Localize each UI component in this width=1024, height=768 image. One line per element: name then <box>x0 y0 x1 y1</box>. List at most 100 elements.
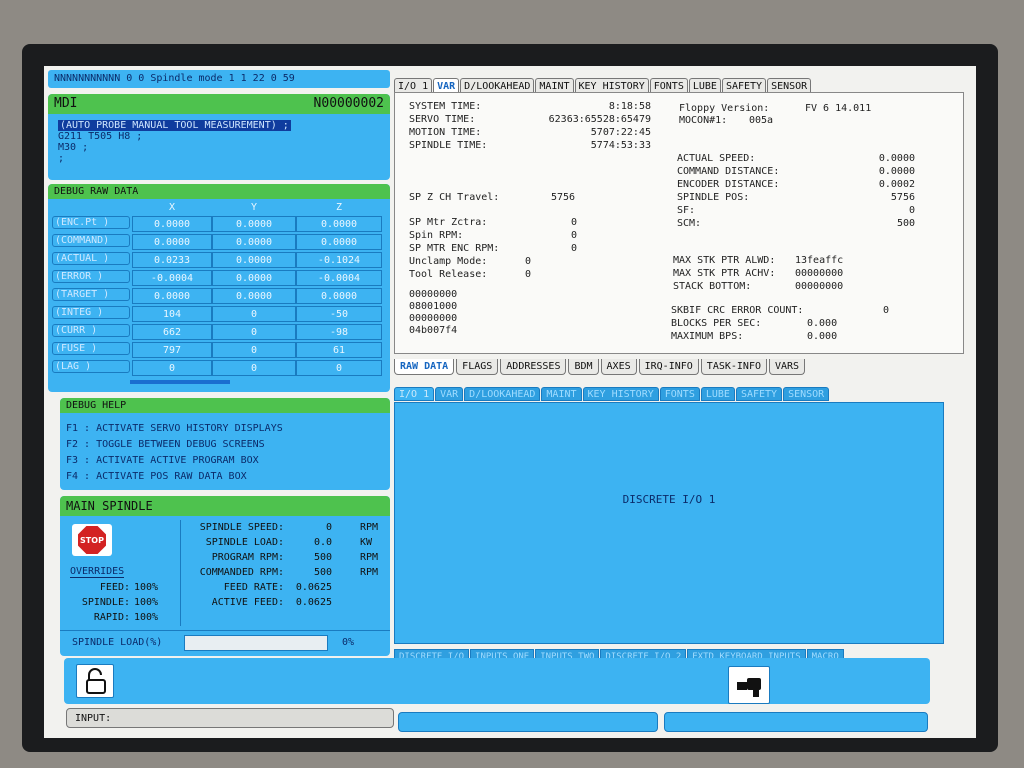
time-label: SYSTEM TIME: <box>409 101 482 112</box>
tab-bdm[interactable]: BDM <box>568 359 599 375</box>
hex-line: 08001000 <box>409 301 458 312</box>
tab-d-lookahead[interactable]: D/LOOKAHEAD <box>460 78 535 93</box>
unlock-button[interactable] <box>76 664 114 698</box>
raw-cell: 0.0000 <box>132 234 212 250</box>
tab-flags[interactable]: FLAGS <box>456 359 499 375</box>
discrete-tab[interactable]: KEY HISTORY <box>582 387 659 401</box>
stat-label: COMMAND DISTANCE: <box>677 166 780 177</box>
time-label: SERVO TIME: <box>409 114 476 125</box>
column-header-z: Z <box>335 202 343 213</box>
input-field[interactable]: INPUT: <box>66 708 394 728</box>
stat-value: 0.0000 <box>878 166 915 177</box>
crc-label: MAXIMUM BPS: <box>671 331 744 342</box>
sp-row-label: Spin RPM: <box>409 230 464 241</box>
crc-value: 0.000 <box>807 331 838 342</box>
mdi-title: MDI <box>54 96 78 111</box>
var-panel: SYSTEM TIME: 8:18:58 SERVO TIME: 62363:6552… <box>394 92 964 354</box>
spindle-stat-value: 500 <box>313 552 332 563</box>
tab-maint[interactable]: MAINT <box>535 78 574 93</box>
stat-value: 0.0002 <box>878 179 915 190</box>
sp-row-label: SP MTR ENC RPM: <box>409 243 500 254</box>
control-screen: NNNNNNNNNNN 0 0 Spindle mode 1 1 22 0 59… <box>44 66 976 738</box>
hex-line: 00000000 <box>409 313 458 324</box>
stop-button[interactable]: STOP <box>72 524 112 556</box>
raw-row-label: (FUSE ) <box>52 342 130 355</box>
tab-safety[interactable]: SAFETY <box>721 78 767 93</box>
tab-raw-data[interactable]: RAW DATA <box>394 359 455 375</box>
raw-row-label: (ENC.Pt ) <box>52 216 130 229</box>
stat-label: SF: <box>677 205 696 216</box>
stat-value: 5756 <box>890 192 915 203</box>
crc-label: BLOCKS PER SEC: <box>671 318 762 329</box>
spindle-stat-unit: RPM <box>360 567 379 578</box>
raw-cell: 0 <box>132 360 212 376</box>
raw-cell: 662 <box>132 324 212 340</box>
stack-value: 13feaffc <box>795 255 844 266</box>
spindle-stat-value: 0.0625 <box>295 582 332 593</box>
spindle-stat-unit: RPM <box>360 552 379 563</box>
mdi-panel[interactable]: MDI N00000002 (AUTO PROBE MANUAL TOOL ME… <box>48 94 390 180</box>
floppy-version-label: Floppy Version: <box>679 103 770 114</box>
time-value: 62363:65528:65479 <box>548 114 651 125</box>
raw-row-label: (CURR ) <box>52 324 130 337</box>
tab-axes[interactable]: AXES <box>600 359 637 375</box>
discrete-tab[interactable]: MAINT <box>541 387 582 401</box>
tab-task-info[interactable]: TASK-INFO <box>700 359 767 375</box>
raw-scrollbar[interactable] <box>130 380 230 384</box>
raw-cell: 797 <box>132 342 212 358</box>
raw-data-grid: X Y Z (ENC.Pt ) 0.0000 0.0000 0.0000 (COMMAN… <box>52 202 386 384</box>
spindle-stat-label: SPINDLE SPEED: <box>199 522 284 533</box>
raw-cell: 0.0000 <box>212 270 296 286</box>
crc-label: SKBIF CRC ERROR COUNT: <box>671 305 804 316</box>
spindle-stat-label: COMMANDED RPM: <box>199 567 284 578</box>
discrete-tab[interactable]: D/LOOKAHEAD <box>464 387 541 401</box>
hex-line: 00000000 <box>409 289 458 300</box>
main-spindle-header: MAIN SPINDLE <box>60 496 390 516</box>
override-value: 100% <box>134 582 159 593</box>
stack-label: MAX STK PTR ALWD: <box>673 255 776 266</box>
spindle-stat-unit: RPM <box>360 522 379 533</box>
discrete-tab[interactable]: FONTS <box>659 387 700 401</box>
tab-var[interactable]: VAR <box>433 78 460 93</box>
tab-i-o-1[interactable]: I/O 1 <box>394 78 433 93</box>
stat-value: 0 <box>908 205 915 216</box>
tab-irq-info[interactable]: IRQ-INFO <box>638 359 699 375</box>
raw-cell: 0.0000 <box>212 234 296 250</box>
spindle-stat-label: FEED RATE: <box>223 582 284 593</box>
spindle-load-label: SPINDLE LOAD(%) <box>72 637 163 648</box>
tab-fonts[interactable]: FONTS <box>649 78 688 93</box>
discrete-tab[interactable]: SENSOR <box>783 387 830 401</box>
spindle-stat-value: 0 <box>325 522 332 533</box>
stop-icon: STOP <box>78 526 106 554</box>
status-field-1 <box>398 712 658 732</box>
main-spindle-panel: MAIN SPINDLE STOP OVERRIDES FEED: 100% SPI… <box>60 496 390 656</box>
handjog-button[interactable] <box>728 666 770 704</box>
floppy-version-value: FV 6 14.011 <box>805 103 872 114</box>
sp-z-label: SP Z CH Travel: <box>409 192 500 203</box>
spindle-stat-label: PROGRAM RPM: <box>211 552 284 563</box>
tab-addresses[interactable]: ADDRESSES <box>500 359 567 375</box>
discrete-tab[interactable]: I/O 1 <box>394 387 435 401</box>
tab-key-history[interactable]: KEY HISTORY <box>574 78 649 93</box>
debug-help-header: DEBUG HELP <box>60 398 390 413</box>
sp-row-value: 0 <box>525 256 532 267</box>
mdi-header: MDI N00000002 <box>48 94 390 114</box>
handle-jog-icon <box>737 678 761 697</box>
unlock-icon <box>86 668 106 694</box>
discrete-tab[interactable]: SAFETY <box>735 387 783 401</box>
time-value: 5707:22:45 <box>590 127 651 138</box>
tab-vars[interactable]: VARS <box>768 359 806 375</box>
override-label: FEED: <box>99 582 130 593</box>
sp-row-value: 0 <box>571 217 578 228</box>
mdi-line: (AUTO PROBE MANUAL TOOL MEASUREMENT) ; <box>58 120 291 131</box>
load-divider <box>60 630 390 631</box>
discrete-tab[interactable]: LUBE <box>700 387 735 401</box>
tab-lube[interactable]: LUBE <box>688 78 721 93</box>
status-field-2 <box>664 712 928 732</box>
sp-row-label: Tool Release: <box>409 269 488 280</box>
footer-bar <box>64 658 930 704</box>
tab-sensor[interactable]: SENSOR <box>767 78 812 93</box>
raw-cell: 0.0000 <box>296 234 382 250</box>
discrete-tab[interactable]: VAR <box>435 387 464 401</box>
status-text: NNNNNNNNNNN 0 0 Spindle mode 1 1 22 0 59 <box>54 73 295 84</box>
